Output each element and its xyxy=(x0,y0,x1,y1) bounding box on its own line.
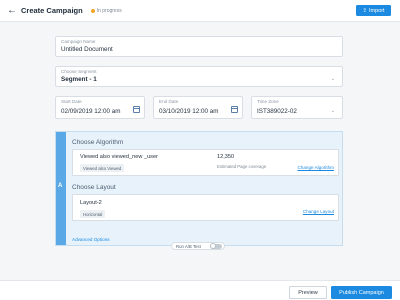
variant-bar: A xyxy=(56,132,66,245)
status-dot-icon xyxy=(90,8,95,13)
chevron-down-icon: ⌄ xyxy=(330,76,335,82)
layout-tag: Horizontal xyxy=(80,210,106,218)
variant-letter: A xyxy=(58,183,63,189)
ab-test-toggle[interactable]: Run A/B Test xyxy=(171,242,225,250)
segment-value: Segment - 1 xyxy=(61,75,97,83)
campaign-name-field[interactable]: Campaign Name Untitled Document xyxy=(55,36,343,57)
start-date-label: Start Date xyxy=(61,99,82,104)
end-date-value: 03/10/2019 12:00 am xyxy=(159,108,219,115)
footer-bar: Preview Publish Campaign xyxy=(0,280,400,300)
status-badge: In progress xyxy=(90,7,122,14)
upload-icon: ⇪ xyxy=(362,7,367,14)
chevron-down-icon: ⌄ xyxy=(330,108,335,114)
campaign-name-value: Untitled Document xyxy=(61,45,113,53)
variant-panel: A Choose Algorithm Viewed also viewed_ne… xyxy=(55,131,343,246)
choose-layout-heading: Choose Layout xyxy=(72,184,116,191)
coverage-label: Estimated Page coverage xyxy=(217,164,267,169)
preview-button[interactable]: Preview xyxy=(289,286,327,299)
algorithm-name: Viewed also viewed_new _user xyxy=(80,154,158,160)
calendar-icon[interactable] xyxy=(231,106,238,113)
toggle-switch[interactable] xyxy=(210,243,222,249)
choose-algorithm-heading: Choose Algorithm xyxy=(72,139,124,146)
import-label: Import xyxy=(369,7,385,14)
start-date-field[interactable]: Start Date 02/09/2019 12:00 am xyxy=(55,96,145,119)
change-layout-link[interactable]: Change Layout xyxy=(303,209,334,214)
algorithm-tag: Viewed also Viewed xyxy=(80,164,125,172)
time-zone-label: Time Zone xyxy=(257,99,279,104)
change-algorithm-link[interactable]: Change Algorithm xyxy=(297,165,334,170)
publish-campaign-button[interactable]: Publish Campaign xyxy=(331,286,392,299)
algorithm-card: Viewed also viewed_new _user Viewed also… xyxy=(72,149,339,176)
end-date-field[interactable]: End Date 03/10/2019 12:00 am xyxy=(153,96,243,119)
status-text: In progress xyxy=(96,7,122,14)
segment-select[interactable]: Choose Segment Segment - 1 ⌄ xyxy=(55,66,343,87)
campaign-name-label: Campaign Name xyxy=(61,39,96,44)
arrow-left-icon[interactable]: ← xyxy=(7,5,17,16)
time-zone-select[interactable]: Time Zone IST389022-02 ⌄ xyxy=(251,96,343,119)
import-button[interactable]: ⇪ Import xyxy=(356,5,391,16)
advanced-options-link[interactable]: Advanced Options xyxy=(72,237,110,242)
layout-name: Layout-2 xyxy=(80,200,102,206)
start-date-value: 02/09/2019 12:00 am xyxy=(61,108,121,115)
time-zone-value: IST389022-02 xyxy=(257,108,297,115)
calendar-icon[interactable] xyxy=(133,106,140,113)
coverage-count: 12,350 xyxy=(217,154,235,160)
page-title: Create Campaign xyxy=(21,6,83,15)
segment-label: Choose Segment xyxy=(61,69,97,74)
ab-test-label: Run A/B Test xyxy=(176,243,201,249)
layout-card: Layout-2 Horizontal Change Layout xyxy=(72,194,339,221)
end-date-label: End Date xyxy=(159,99,179,104)
top-bar: ← Create Campaign In progress ⇪ Import xyxy=(0,0,400,22)
